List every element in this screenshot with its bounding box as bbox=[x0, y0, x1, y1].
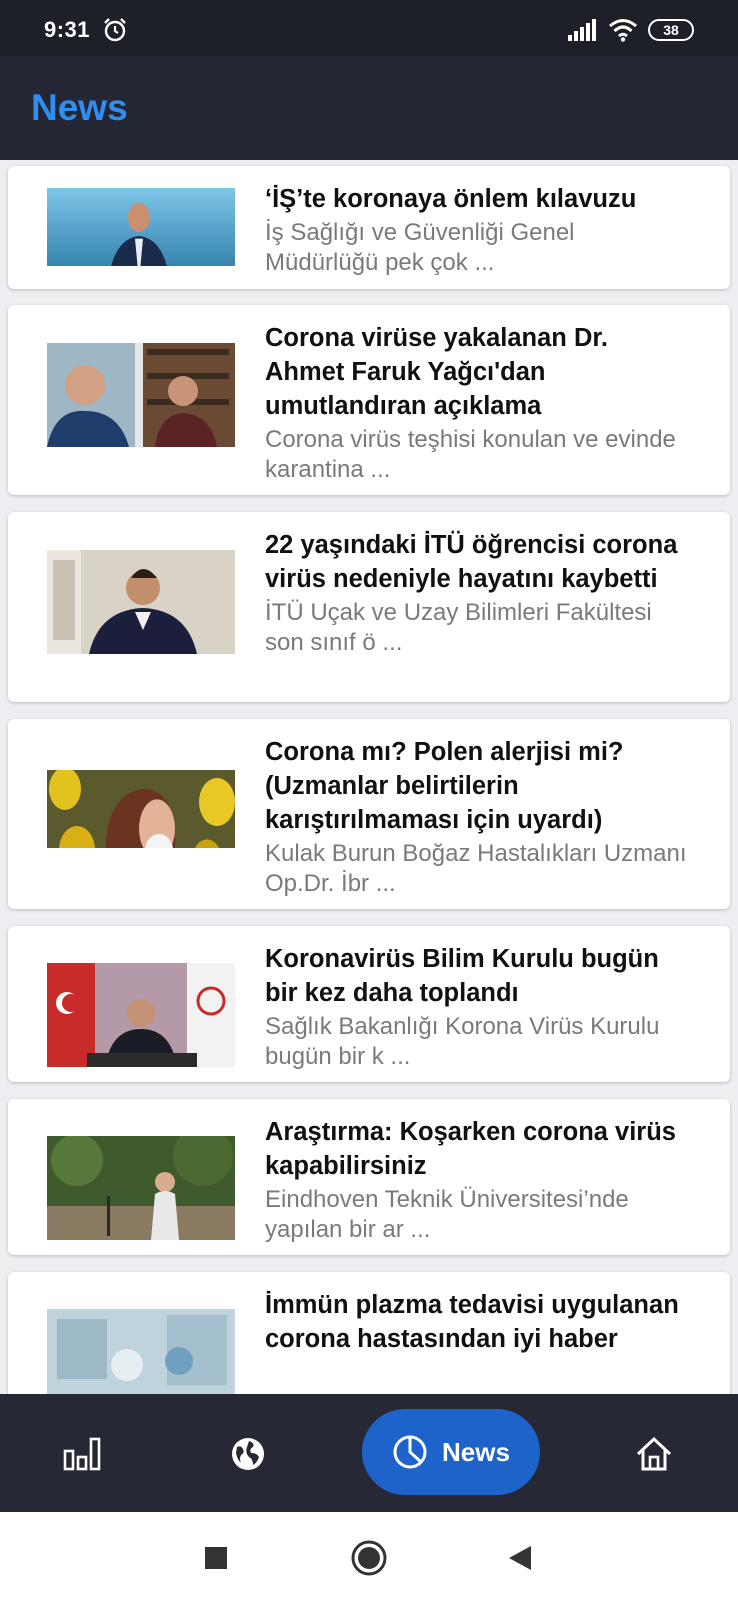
news-headline: 22 yaşındaki İTÜ öğrencisi corona virüs … bbox=[265, 531, 678, 593]
nav-home[interactable] bbox=[626, 1426, 682, 1482]
battery-level: 38 bbox=[663, 22, 679, 38]
news-headline: Araştırma: Koşarken corona virüs kapabil… bbox=[265, 1118, 676, 1180]
recents-button[interactable] bbox=[196, 1538, 236, 1578]
news-headline: Corona virüse yakalanan Dr. Ahmet Faruk … bbox=[265, 324, 608, 420]
news-thumbnail bbox=[47, 1309, 235, 1394]
news-thumbnail bbox=[47, 963, 235, 1067]
page-title: News bbox=[31, 87, 128, 128]
bar-chart-icon bbox=[63, 1437, 101, 1471]
news-card[interactable]: Araştırma: Koşarken corona virüs kapabil… bbox=[8, 1099, 730, 1255]
news-thumbnail bbox=[47, 1136, 235, 1240]
home-icon bbox=[636, 1436, 672, 1471]
news-summary: İTÜ Uçak ve Uzay Bilimleri Fakültesi son… bbox=[265, 599, 652, 656]
nav-news-label: News bbox=[442, 1436, 510, 1467]
news-summary: İş Sağlığı ve Güvenliği Genel Müdürlüğü … bbox=[265, 219, 575, 276]
news-card[interactable]: Corona virüse yakalanan Dr. Ahmet Faruk … bbox=[8, 305, 730, 495]
news-summary: Corona virüs teşhisi konulan ve evinde k… bbox=[265, 426, 676, 483]
news-thumbnail bbox=[47, 343, 235, 447]
news-headline: Koronavirüs Bilim Kurulu bugün bir kez d… bbox=[265, 945, 659, 1007]
news-summary: Sağlık Bakanlığı Korona Virüs Kurulu bug… bbox=[265, 1013, 660, 1070]
app-bar: News bbox=[0, 56, 738, 160]
news-card[interactable]: İmmün plazma tedavisi uygulanan corona h… bbox=[8, 1272, 730, 1394]
news-headline: İmmün plazma tedavisi uygulanan corona h… bbox=[265, 1291, 679, 1353]
wifi-icon bbox=[609, 19, 637, 42]
pie-chart-icon bbox=[393, 1435, 427, 1469]
news-card[interactable]: ‘İŞ’te koronaya önlem kılavuzu İş Sağlığ… bbox=[8, 166, 730, 289]
news-headline: ‘İŞ’te koronaya önlem kılavuzu bbox=[265, 185, 637, 213]
alarm-icon bbox=[104, 18, 126, 42]
news-card[interactable]: Corona mı? Polen alerjisi mi? (Uzmanlar … bbox=[8, 719, 730, 909]
news-card[interactable]: 22 yaşındaki İTÜ öğrencisi corona virüs … bbox=[8, 512, 730, 702]
news-summary: Eindhoven Teknik Üniversitesi’nde yapıla… bbox=[265, 1186, 629, 1243]
news-summary: Kulak Burun Boğaz Hastalıkları Uzmanı Op… bbox=[265, 840, 687, 897]
news-thumbnail bbox=[47, 188, 235, 266]
bottom-navigation: News bbox=[0, 1394, 738, 1512]
news-list[interactable]: ‘İŞ’te koronaya önlem kılavuzu İş Sağlığ… bbox=[0, 160, 738, 1394]
battery-icon: 38 bbox=[648, 19, 694, 41]
nav-world[interactable] bbox=[220, 1426, 276, 1482]
home-button[interactable] bbox=[349, 1538, 389, 1578]
recents-icon bbox=[205, 1547, 227, 1569]
system-navigation-bar bbox=[0, 1512, 738, 1600]
globe-icon bbox=[232, 1438, 264, 1470]
back-icon bbox=[509, 1546, 531, 1570]
nav-stats[interactable] bbox=[54, 1426, 110, 1482]
news-headline: Corona mı? Polen alerjisi mi? (Uzmanlar … bbox=[265, 738, 624, 834]
back-button[interactable] bbox=[500, 1538, 540, 1578]
news-thumbnail bbox=[47, 770, 235, 848]
nav-news-active[interactable]: News bbox=[362, 1409, 540, 1495]
status-bar: 9:31 38 bbox=[0, 0, 738, 60]
home-circle-icon bbox=[351, 1540, 387, 1576]
news-thumbnail bbox=[47, 550, 235, 654]
news-card[interactable]: Koronavirüs Bilim Kurulu bugün bir kez d… bbox=[8, 926, 730, 1082]
status-time: 9:31 bbox=[44, 17, 91, 42]
signal-icon bbox=[568, 19, 596, 41]
